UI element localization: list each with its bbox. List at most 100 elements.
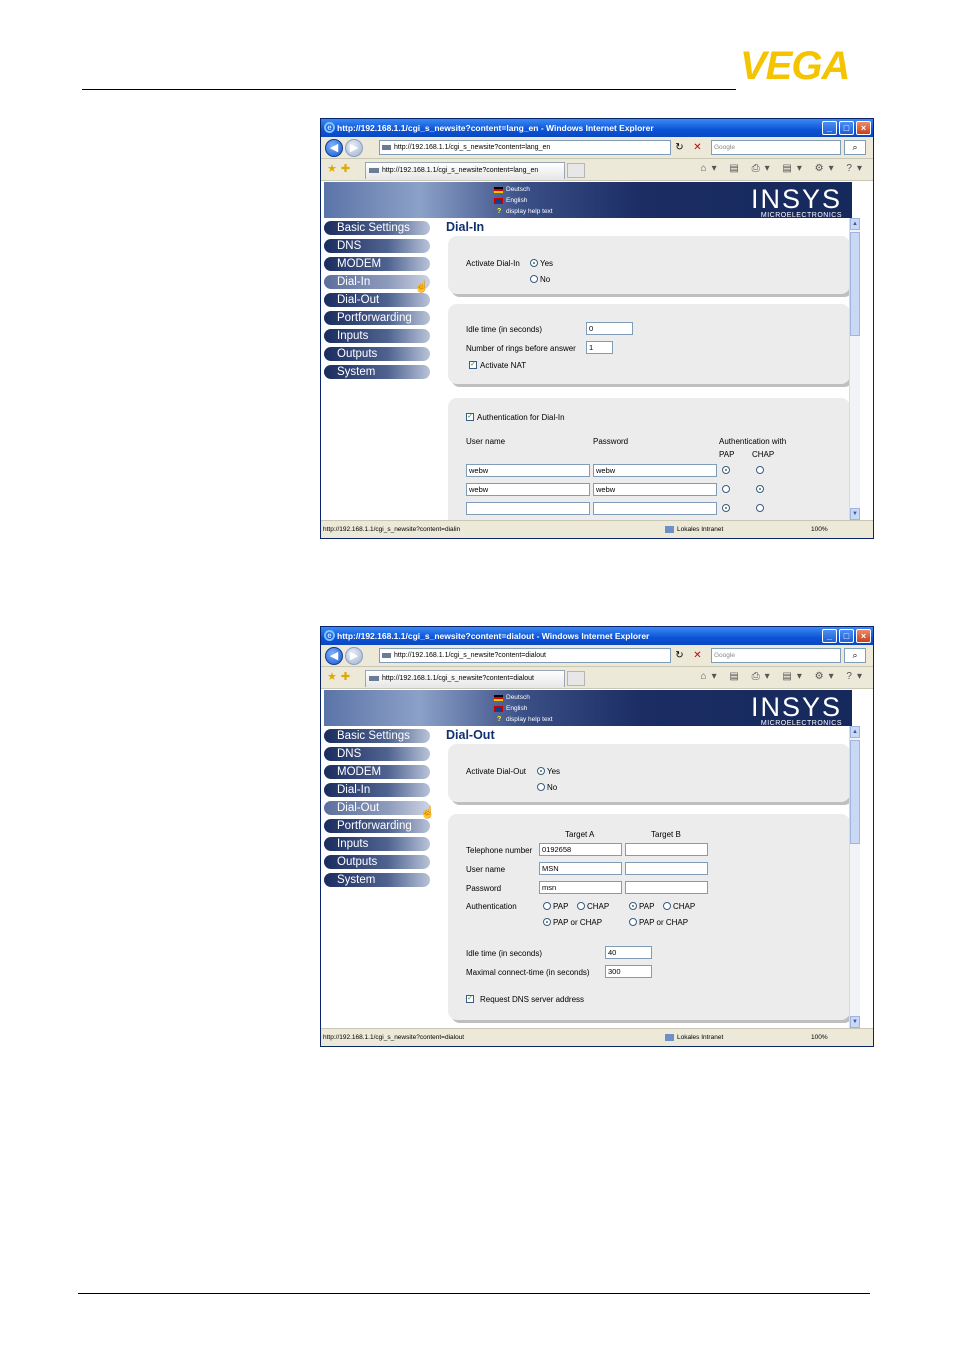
activate-nat-checkbox[interactable]: ✓ <box>469 361 477 369</box>
activate-yes-radio[interactable] <box>537 767 545 775</box>
new-tab-button[interactable] <box>567 671 585 686</box>
auth-pap-radio[interactable] <box>722 466 730 474</box>
maximize-button[interactable]: □ <box>839 629 854 643</box>
idle-time-input[interactable]: 0 <box>586 322 633 335</box>
password-b-input[interactable] <box>625 881 708 894</box>
scroll-thumb[interactable] <box>850 232 860 336</box>
help-link[interactable]: ? display help text <box>492 714 553 725</box>
search-icon[interactable]: ⌕ <box>844 140 866 155</box>
auth-user-input[interactable] <box>466 502 590 515</box>
lang-deutsch-link[interactable]: Deutsch <box>492 184 553 195</box>
auth-chap-radio[interactable] <box>756 504 764 512</box>
password-a-input[interactable]: msn <box>539 881 622 894</box>
auth-password-input[interactable] <box>593 502 717 515</box>
scroll-thumb[interactable] <box>850 740 860 844</box>
scroll-up-icon[interactable]: ▲ <box>850 218 860 230</box>
forward-button[interactable]: ▶ <box>345 647 363 665</box>
nav-dial-in[interactable]: Dial-In <box>324 782 432 800</box>
vertical-scrollbar[interactable]: ▲ ▼ <box>849 726 860 1028</box>
auth-a-pap-radio[interactable] <box>543 902 551 910</box>
activate-yes-radio[interactable] <box>530 259 538 267</box>
nav-portforwarding[interactable]: Portforwarding <box>324 310 432 328</box>
nav-basic-settings[interactable]: Basic Settings <box>324 220 432 238</box>
auth-password-input[interactable]: webw <box>593 464 717 477</box>
idle-time-input[interactable]: 40 <box>605 946 652 959</box>
rings-input[interactable]: 1 <box>586 341 613 354</box>
search-input[interactable]: Google <box>711 648 841 663</box>
refresh-icon[interactable]: ↻ <box>673 648 686 663</box>
auth-dial-in-checkbox[interactable]: ✓ <box>466 413 474 421</box>
favorites-icon[interactable]: ★✚ <box>327 670 354 683</box>
zoom-level[interactable]: 100% <box>811 1029 828 1046</box>
lang-english-link[interactable]: English <box>492 195 553 206</box>
nav-dial-out[interactable]: Dial-Out <box>324 292 432 310</box>
lang-deutsch-link[interactable]: Deutsch <box>492 692 553 703</box>
address-bar[interactable]: http://192.168.1.1/cgi_s_newsite?content… <box>379 140 671 155</box>
auth-chap-radio[interactable] <box>756 485 764 493</box>
activate-no-radio[interactable] <box>537 783 545 791</box>
help-link[interactable]: ? display help text <box>492 206 553 217</box>
new-tab-button[interactable] <box>567 163 585 178</box>
nav-dial-out[interactable]: Dial-Out <box>324 800 432 818</box>
close-button[interactable]: × <box>856 629 871 643</box>
auth-a-either-radio[interactable] <box>543 918 551 926</box>
command-bar-icons[interactable]: ⌂▾ ▤ ⎙▾ ▤▾ ⚙▾ ?▾ <box>701 163 867 174</box>
command-bar-icons[interactable]: ⌂▾ ▤ ⎙▾ ▤▾ ⚙▾ ?▾ <box>701 671 867 682</box>
address-bar[interactable]: http://192.168.1.1/cgi_s_newsite?content… <box>379 648 671 663</box>
nav-portforwarding[interactable]: Portforwarding <box>324 818 432 836</box>
auth-pap-radio[interactable] <box>722 504 730 512</box>
nav-system[interactable]: System <box>324 872 432 890</box>
nav-dns[interactable]: DNS <box>324 238 432 256</box>
nav-outputs[interactable]: Outputs <box>324 854 432 872</box>
refresh-icon[interactable]: ↻ <box>673 140 686 155</box>
max-connect-time-input[interactable]: 300 <box>605 965 652 978</box>
german-flag-icon <box>494 187 503 193</box>
tab-toolbar: ★✚ http://192.168.1.1/cgi_s_newsite?cont… <box>321 667 873 689</box>
auth-b-either-radio[interactable] <box>629 918 637 926</box>
back-button[interactable]: ◀ <box>325 139 343 157</box>
minimize-button[interactable]: _ <box>822 121 837 135</box>
user-b-input[interactable] <box>625 862 708 875</box>
activate-no-radio[interactable] <box>530 275 538 283</box>
phone-b-input[interactable] <box>625 843 708 856</box>
favorites-icon[interactable]: ★✚ <box>327 162 354 175</box>
activate-panel: Activate Dial-Out Yes No <box>448 744 850 802</box>
scroll-down-icon[interactable]: ▼ <box>850 508 860 520</box>
browser-tab[interactable]: http://192.168.1.1/cgi_s_newsite?content… <box>365 670 565 687</box>
nav-outputs[interactable]: Outputs <box>324 346 432 364</box>
auth-b-chap-radio[interactable] <box>663 902 671 910</box>
maximize-button[interactable]: □ <box>839 121 854 135</box>
scroll-up-icon[interactable]: ▲ <box>850 726 860 738</box>
user-a-input[interactable]: MSN <box>539 862 622 875</box>
minimize-button[interactable]: _ <box>822 629 837 643</box>
back-button[interactable]: ◀ <box>325 647 343 665</box>
auth-password-input[interactable]: webw <box>593 483 717 496</box>
nav-inputs[interactable]: Inputs <box>324 836 432 854</box>
browser-tab[interactable]: http://192.168.1.1/cgi_s_newsite?content… <box>365 162 565 179</box>
close-button[interactable]: × <box>856 121 871 135</box>
auth-user-input[interactable]: webw <box>466 483 590 496</box>
auth-chap-radio[interactable] <box>756 466 764 474</box>
zoom-level[interactable]: 100% <box>811 521 828 538</box>
forward-button[interactable]: ▶ <box>345 139 363 157</box>
auth-user-input[interactable]: webw <box>466 464 590 477</box>
scroll-down-icon[interactable]: ▼ <box>850 1016 860 1028</box>
nav-system[interactable]: System <box>324 364 432 382</box>
uk-flag-icon <box>494 198 503 204</box>
nav-modem[interactable]: MODEM <box>324 256 432 274</box>
stop-icon[interactable]: ✕ <box>691 140 704 155</box>
nav-dns[interactable]: DNS <box>324 746 432 764</box>
lang-english-link[interactable]: English <box>492 703 553 714</box>
auth-a-chap-radio[interactable] <box>577 902 585 910</box>
search-input[interactable]: Google <box>711 140 841 155</box>
phone-a-input[interactable]: 0192658 <box>539 843 622 856</box>
request-dns-checkbox[interactable]: ✓ <box>466 995 474 1003</box>
nav-inputs[interactable]: Inputs <box>324 328 432 346</box>
vertical-scrollbar[interactable]: ▲ ▼ <box>849 218 860 520</box>
nav-basic-settings[interactable]: Basic Settings <box>324 728 432 746</box>
search-icon[interactable]: ⌕ <box>844 648 866 663</box>
auth-b-pap-radio[interactable] <box>629 902 637 910</box>
auth-pap-radio[interactable] <box>722 485 730 493</box>
stop-icon[interactable]: ✕ <box>691 648 704 663</box>
nav-modem[interactable]: MODEM <box>324 764 432 782</box>
